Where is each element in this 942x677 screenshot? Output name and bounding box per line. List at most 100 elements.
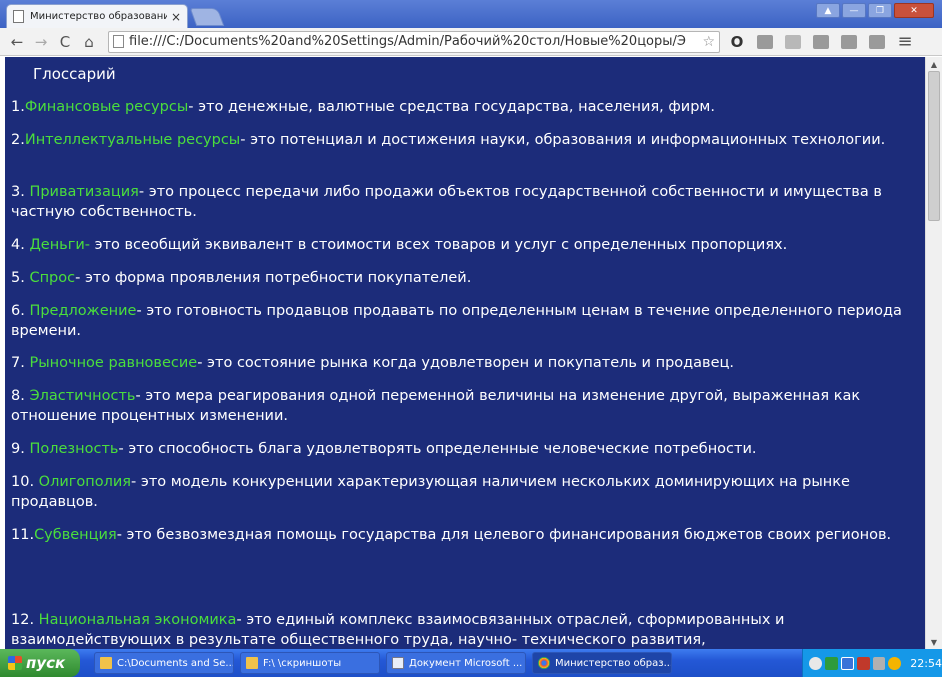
entry-number: 1. — [11, 99, 25, 115]
extension-icon[interactable] — [838, 31, 860, 53]
back-button[interactable]: ← — [6, 31, 28, 53]
scrollbar-thumb[interactable] — [928, 71, 940, 221]
reload-button[interactable]: C — [54, 31, 76, 53]
glossary-entry: 1.Финансовые ресурсы- это денежные, валю… — [11, 97, 911, 117]
entry-term: Спрос — [29, 270, 76, 286]
entry-term: Полезность — [29, 441, 119, 457]
forward-button[interactable]: → — [30, 31, 52, 53]
glossary-entry: 9. Полезность- это способность блага удо… — [11, 439, 911, 459]
system-tray: 22:54 — [802, 649, 942, 677]
entry-number: 11. — [11, 527, 35, 543]
entry-definition: - это готовность продавцов продавать по … — [11, 303, 902, 339]
browser-toolbar: ← → C ⌂ file:///C:/Documents%20and%20Set… — [0, 28, 942, 56]
glossary-entry: 7. Рыночное равновесие- это состояние ры… — [11, 353, 911, 373]
windows-taskbar: пуск C:\Documents and Se... F:\ \скриншо… — [0, 649, 942, 677]
maximize-button[interactable]: ❐ — [868, 3, 892, 18]
entry-term: Интеллектуальные ресурсы — [24, 132, 241, 148]
home-button[interactable]: ⌂ — [78, 31, 100, 53]
scroll-up-arrow-icon[interactable]: ▲ — [926, 57, 942, 71]
entry-term: Национальная экономика — [38, 612, 237, 628]
tab-title: Министерство образовани — [30, 11, 167, 22]
extension-icon[interactable] — [782, 31, 804, 53]
taskbar-item-label: C:\Documents and Se... — [117, 657, 234, 669]
page-title: Глоссарий — [33, 65, 116, 83]
entry-number: 12. — [11, 612, 39, 628]
entry-definition: - это процесс передачи либо продажи объе… — [11, 184, 882, 220]
url-text[interactable]: file:///C:/Documents%20and%20Settings/Ad… — [129, 34, 702, 49]
entry-term: Рыночное равновесие — [29, 355, 198, 371]
app-tray-icon[interactable] — [840, 656, 854, 670]
entry-term: Эластичность — [29, 388, 136, 404]
entry-number: 7. — [11, 355, 30, 371]
close-button[interactable]: ✕ — [894, 3, 934, 18]
entry-term: Предложение — [29, 303, 137, 319]
clock[interactable]: 22:54 — [910, 657, 942, 670]
page-viewport: Глоссарий 1.Финансовые ресурсы- это дене… — [0, 57, 942, 649]
tab-close-icon[interactable]: × — [171, 10, 181, 24]
user-icon[interactable]: ▲ — [816, 3, 840, 18]
entry-term: Приватизация — [29, 184, 139, 200]
window-controls: ▲ — ❐ ✕ — [816, 3, 934, 18]
opera-extension-icon[interactable]: O — [726, 31, 748, 53]
entry-number: 3. — [11, 184, 30, 200]
entry-number: 6. — [11, 303, 30, 319]
extension-icon[interactable] — [754, 31, 776, 53]
glossary-entry: 5. Спрос- это форма проявления потребнос… — [11, 268, 911, 288]
entry-term: Олигополия — [38, 474, 132, 490]
chrome-icon — [538, 657, 550, 669]
glossary-entry: 2.Интеллектуальные ресурсы- это потенциа… — [11, 130, 911, 150]
taskbar-item[interactable]: C:\Documents and Se... — [94, 652, 234, 674]
keyboard-layout-icon[interactable] — [824, 656, 838, 670]
entry-definition: - это способность блага удовлетворять оп… — [118, 441, 757, 457]
address-bar[interactable]: file:///C:/Documents%20and%20Settings/Ad… — [108, 30, 720, 53]
entry-definition: - это форма проявления потребности покуп… — [75, 270, 472, 286]
entry-number: 5. — [11, 270, 30, 286]
windows-logo-icon — [8, 656, 22, 670]
glossary-entry: 8. Эластичность- это мера реагирования о… — [11, 386, 911, 426]
app-tray-icon[interactable] — [872, 656, 886, 670]
taskbar-item-active[interactable]: Министерство образ... — [532, 652, 672, 674]
taskbar-item-label: Министерство образ... — [555, 657, 672, 669]
entry-number: 8. — [11, 388, 30, 404]
app-tray-icon[interactable] — [856, 656, 870, 670]
minimize-button[interactable]: — — [842, 3, 866, 18]
entry-definition: - это состояние рынка когда удовлетворен… — [197, 355, 735, 371]
network-icon[interactable] — [809, 656, 822, 670]
taskbar-item-label: F:\ \скриншоты — [263, 657, 342, 669]
new-tab-button[interactable] — [189, 8, 225, 26]
page-icon — [113, 35, 124, 48]
entry-definition: - это денежные, валютные средства госуда… — [188, 99, 715, 115]
app-tray-icon[interactable] — [888, 656, 902, 670]
glossary-entry: 12. Национальная экономика- это единый к… — [11, 610, 911, 649]
browser-tab[interactable]: Министерство образовани × — [6, 4, 188, 28]
taskbar-item[interactable]: F:\ \скриншоты — [240, 652, 380, 674]
entry-number: 4. — [11, 237, 30, 253]
extension-icon[interactable] — [866, 31, 888, 53]
entry-number: 10. — [11, 474, 39, 490]
entry-term: Финансовые ресурсы — [24, 99, 189, 115]
glossary-page: Глоссарий 1.Финансовые ресурсы- это дене… — [5, 57, 925, 649]
entry-term: Субвенция — [34, 527, 117, 543]
entry-term: Деньги- — [29, 237, 91, 253]
folder-icon — [246, 657, 258, 669]
browser-titlebar: Министерство образовани × ▲ — ❐ ✕ — [0, 0, 942, 28]
taskbar-item[interactable]: Документ Microsoft ... — [386, 652, 526, 674]
glossary-entry: 10. Олигополия- это модель конкуренции х… — [11, 472, 911, 512]
taskbar-item-label: Документ Microsoft ... — [409, 657, 523, 669]
glossary-entry: 3. Приватизация- это процесс передачи ли… — [11, 182, 911, 222]
entry-number: 2. — [11, 132, 25, 148]
start-button[interactable]: пуск — [0, 649, 80, 677]
entry-definition: - это модель конкуренции характеризующая… — [11, 474, 850, 510]
entry-definition: - это безвозмездная помощь государства д… — [116, 527, 892, 543]
start-label: пуск — [26, 654, 66, 672]
document-icon — [392, 657, 404, 669]
bookmark-star-icon[interactable]: ☆ — [702, 34, 715, 50]
extension-icon[interactable] — [810, 31, 832, 53]
menu-icon[interactable]: ≡ — [894, 31, 916, 53]
page-icon — [13, 10, 24, 23]
scroll-down-arrow-icon[interactable]: ▼ — [926, 635, 942, 649]
entry-definition: - это мера реагирования одной переменной… — [11, 388, 861, 424]
vertical-scrollbar[interactable]: ▲ ▼ — [925, 57, 942, 649]
entry-definition: - это потенциал и достижения науки, обра… — [240, 132, 886, 148]
glossary-entry: 11.Субвенция- это безвозмездная помощь г… — [11, 525, 911, 545]
